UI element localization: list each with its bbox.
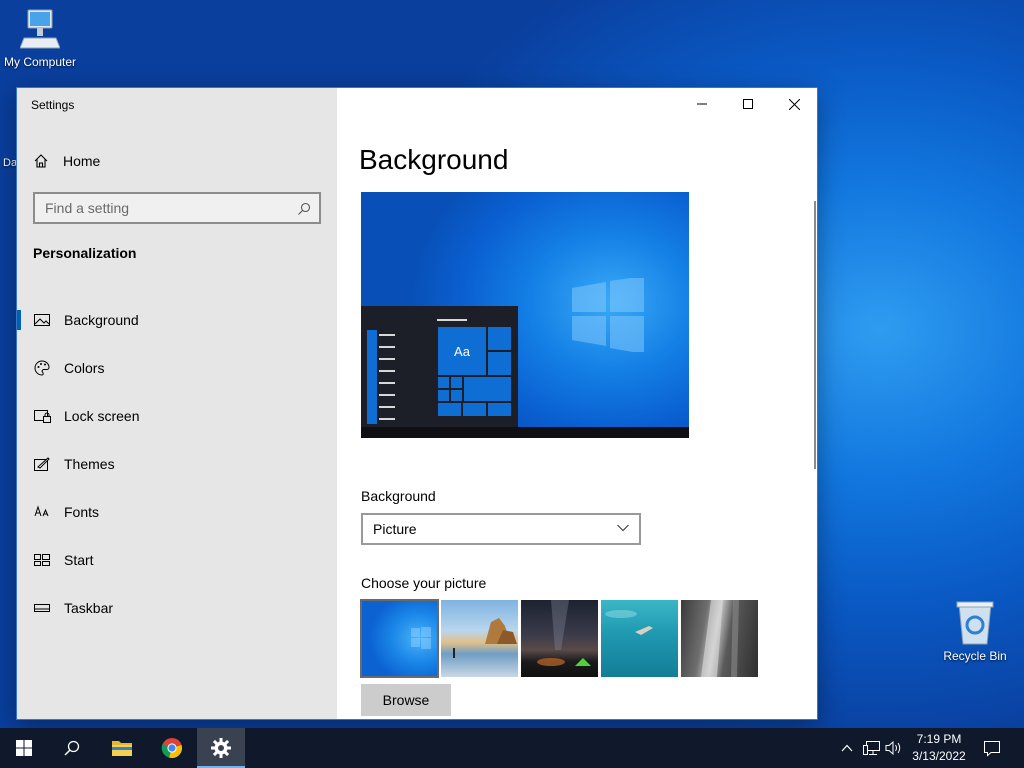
windows-logo-thumbnail xyxy=(411,627,431,649)
taskbar-icon xyxy=(33,599,51,617)
chrome-icon xyxy=(161,738,182,758)
sidebar-item-taskbar[interactable]: Taskbar xyxy=(17,584,337,632)
thumbnail-night-sky-tent[interactable] xyxy=(521,600,598,677)
recycle-bin-desktop-icon[interactable]: Recycle Bin xyxy=(936,600,1014,663)
partial-desktop-icon-label: Da xyxy=(3,157,18,169)
taskbar: 7:19 PM 3/13/2022 xyxy=(0,728,1024,768)
settings-taskbar-button[interactable] xyxy=(197,728,245,768)
home-label: Home xyxy=(63,153,101,169)
sidebar-item-background[interactable]: Background xyxy=(17,296,337,344)
taskbar-search-button[interactable] xyxy=(48,728,96,768)
background-type-dropdown[interactable]: Picture xyxy=(361,513,641,545)
home-icon xyxy=(34,154,48,168)
sidebar-item-label: Fonts xyxy=(64,504,100,520)
settings-sidebar: Settings Home Personalization Background xyxy=(17,88,337,719)
settings-main-pane: Background Aa Background Picture Choose … xyxy=(337,88,817,719)
volume-button[interactable] xyxy=(884,738,904,758)
show-hidden-icons-button[interactable] xyxy=(838,738,856,758)
picture-icon xyxy=(33,311,51,329)
preview-tile-aa: Aa xyxy=(437,326,487,376)
find-setting-input[interactable] xyxy=(35,194,285,222)
notification-icon xyxy=(984,740,1000,757)
recycle-bin-icon xyxy=(956,601,994,645)
taskbar-preview xyxy=(361,427,689,438)
underwater-swimmer-image xyxy=(605,610,653,635)
sidebar-item-label: Lock screen xyxy=(64,408,140,424)
thumbnail-beach-rocks[interactable] xyxy=(441,600,518,677)
fonts-icon xyxy=(33,503,51,521)
themes-icon xyxy=(33,455,51,473)
sidebar-item-themes[interactable]: Themes xyxy=(17,440,337,488)
find-setting-search-box[interactable] xyxy=(33,192,321,224)
file-explorer-icon xyxy=(112,741,132,756)
sidebar-item-colors[interactable]: Colors xyxy=(17,344,337,392)
sidebar-item-start[interactable]: Start xyxy=(17,536,337,584)
lock-screen-icon xyxy=(33,407,51,425)
thumbnail-rock-cliff[interactable] xyxy=(681,600,758,677)
home-nav-item[interactable]: Home xyxy=(33,150,100,172)
my-computer-label: My Computer xyxy=(3,55,77,69)
start-button[interactable] xyxy=(0,728,48,768)
sidebar-item-label: Background xyxy=(64,312,139,328)
thumbnail-underwater-swimmer[interactable] xyxy=(601,600,678,677)
windows-start-icon xyxy=(16,740,32,756)
start-layout-icon xyxy=(33,551,51,569)
settings-window: Settings Home Personalization Background xyxy=(16,87,818,720)
rock-cliff-image xyxy=(701,600,739,677)
sidebar-item-lock-screen[interactable]: Lock screen xyxy=(17,392,337,440)
choose-picture-label: Choose your picture xyxy=(361,575,487,591)
clock-date: 3/13/2022 xyxy=(912,749,966,763)
chevron-up-icon xyxy=(841,744,853,752)
thumbnail-windows-light[interactable] xyxy=(360,599,439,678)
sidebar-item-label: Start xyxy=(64,552,94,568)
sidebar-item-label: Colors xyxy=(64,360,105,376)
search-icon xyxy=(64,740,80,756)
clock-time: 7:19 PM xyxy=(916,732,962,746)
background-type-label: Background xyxy=(361,488,436,504)
search-icon xyxy=(298,202,311,215)
milky-way-tent-image xyxy=(537,600,591,666)
sidebar-item-fonts[interactable]: Fonts xyxy=(17,488,337,536)
action-center-button[interactable] xyxy=(982,738,1002,758)
background-type-value: Picture xyxy=(373,521,417,537)
my-computer-desktop-icon[interactable]: My Computer xyxy=(0,8,80,69)
minimize-icon xyxy=(697,103,707,105)
palette-icon xyxy=(33,359,51,377)
computer-icon xyxy=(20,9,60,49)
chrome-button[interactable] xyxy=(148,728,196,768)
volume-icon xyxy=(885,740,901,756)
personalization-heading: Personalization xyxy=(33,245,137,261)
maximize-icon xyxy=(743,99,753,109)
chevron-down-icon xyxy=(617,524,629,532)
page-title: Background xyxy=(359,144,509,175)
windows-logo-wallpaper xyxy=(572,278,644,352)
start-menu-preview: Aa xyxy=(361,306,518,427)
taskbar-clock[interactable]: 7:19 PM 3/13/2022 xyxy=(904,731,974,765)
close-icon xyxy=(788,98,800,110)
close-button[interactable] xyxy=(771,88,817,120)
browse-button[interactable]: Browse xyxy=(361,684,451,716)
maximize-button[interactable] xyxy=(725,88,771,120)
settings-gear-icon xyxy=(211,738,231,758)
network-button[interactable] xyxy=(862,738,882,758)
personalization-nav-list: Background Colors Lock screen Themes Fon… xyxy=(17,296,337,632)
sidebar-item-label: Themes xyxy=(64,456,115,472)
network-icon xyxy=(863,741,880,755)
beach-rock-formation-image xyxy=(453,618,517,658)
window-title: Settings xyxy=(31,98,75,112)
sidebar-item-label: Taskbar xyxy=(64,600,114,616)
vertical-scrollbar[interactable] xyxy=(814,201,816,469)
background-preview: Aa xyxy=(361,192,689,438)
minimize-button[interactable] xyxy=(679,88,725,120)
picture-thumbnails xyxy=(360,599,761,678)
file-explorer-button[interactable] xyxy=(98,728,146,768)
recycle-bin-label: Recycle Bin xyxy=(943,649,1007,663)
